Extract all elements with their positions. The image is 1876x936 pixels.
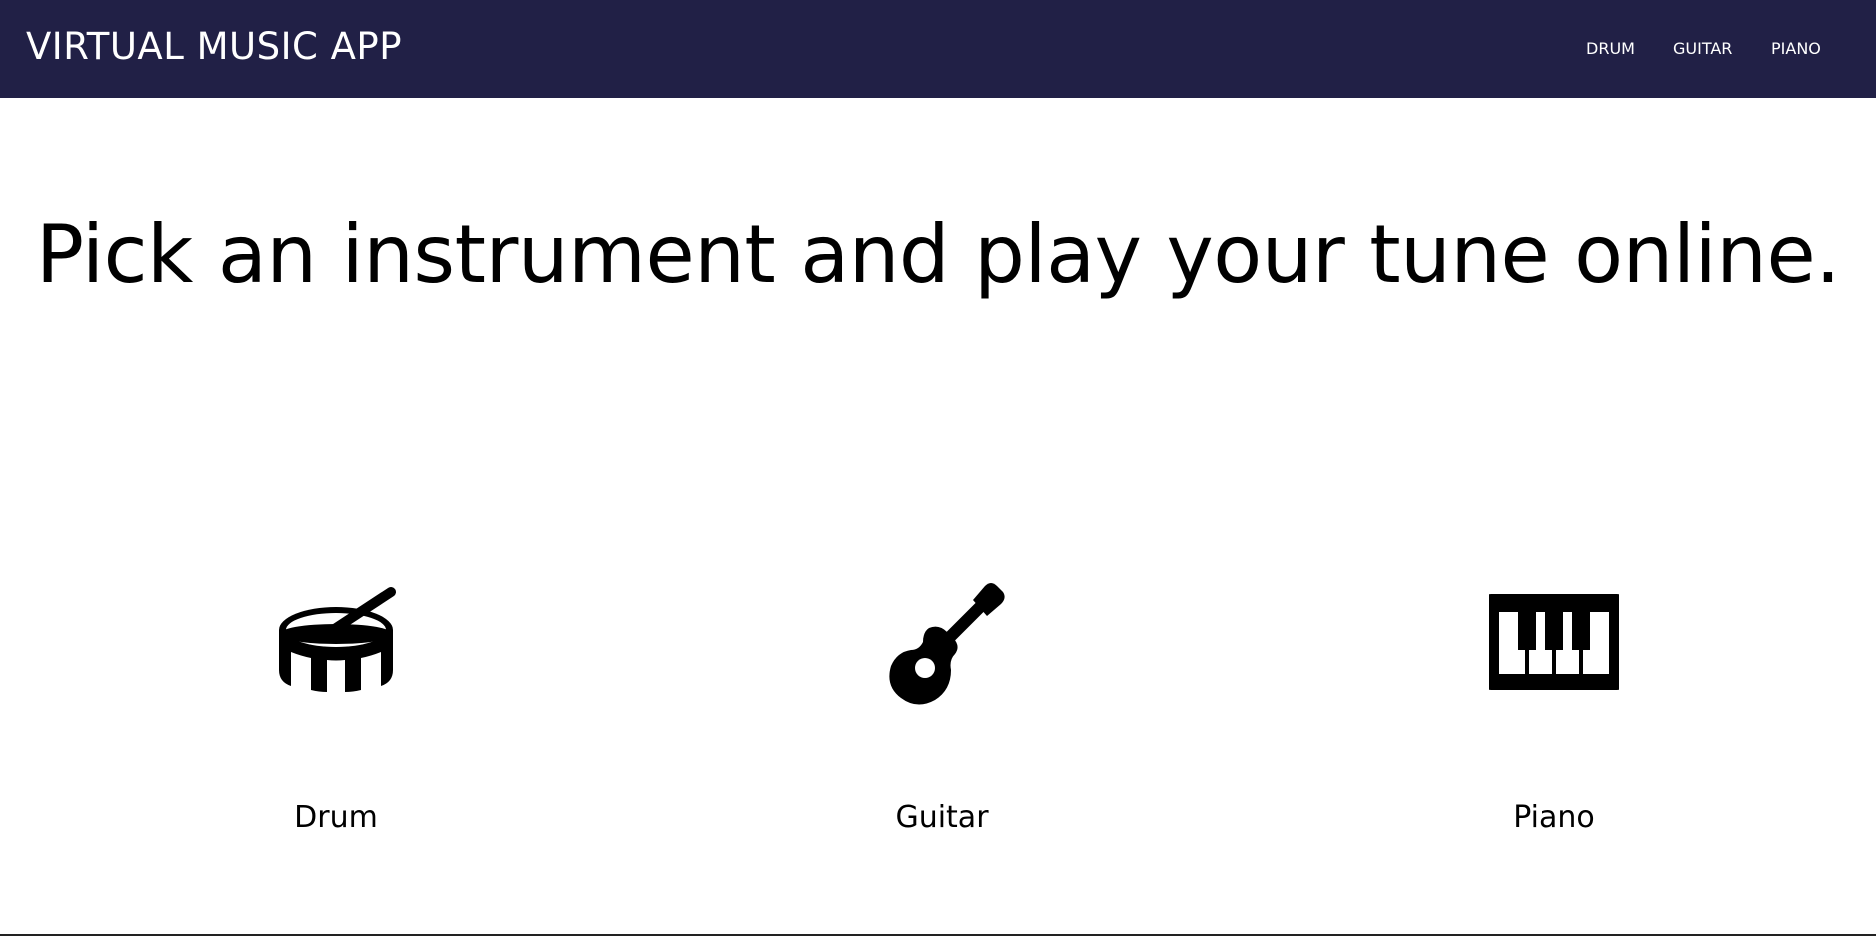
instrument-label-guitar: Guitar [895,800,989,835]
top-navbar: VIRTUAL MUSIC APP DRUM GUITAR PIANO [0,0,1876,98]
nav-link-drum[interactable]: DRUM [1586,38,1635,60]
app-brand-link[interactable]: VIRTUAL MUSIC APP [26,24,402,70]
guitar-icon [889,583,1005,705]
drum-icon [279,587,396,692]
instrument-label-drum: Drum [294,800,378,835]
nav-link-guitar[interactable]: GUITAR [1673,38,1732,60]
instrument-card-guitar[interactable]: Guitar [742,570,1142,850]
piano-icon [1489,594,1619,690]
nav-link-piano[interactable]: PIANO [1771,38,1821,60]
page-headline: Pick an instrument and play your tune on… [35,208,1841,301]
instrument-label-piano: Piano [1513,800,1595,835]
instrument-card-piano[interactable]: Piano [1354,570,1754,850]
instrument-card-drum[interactable]: Drum [136,570,536,850]
